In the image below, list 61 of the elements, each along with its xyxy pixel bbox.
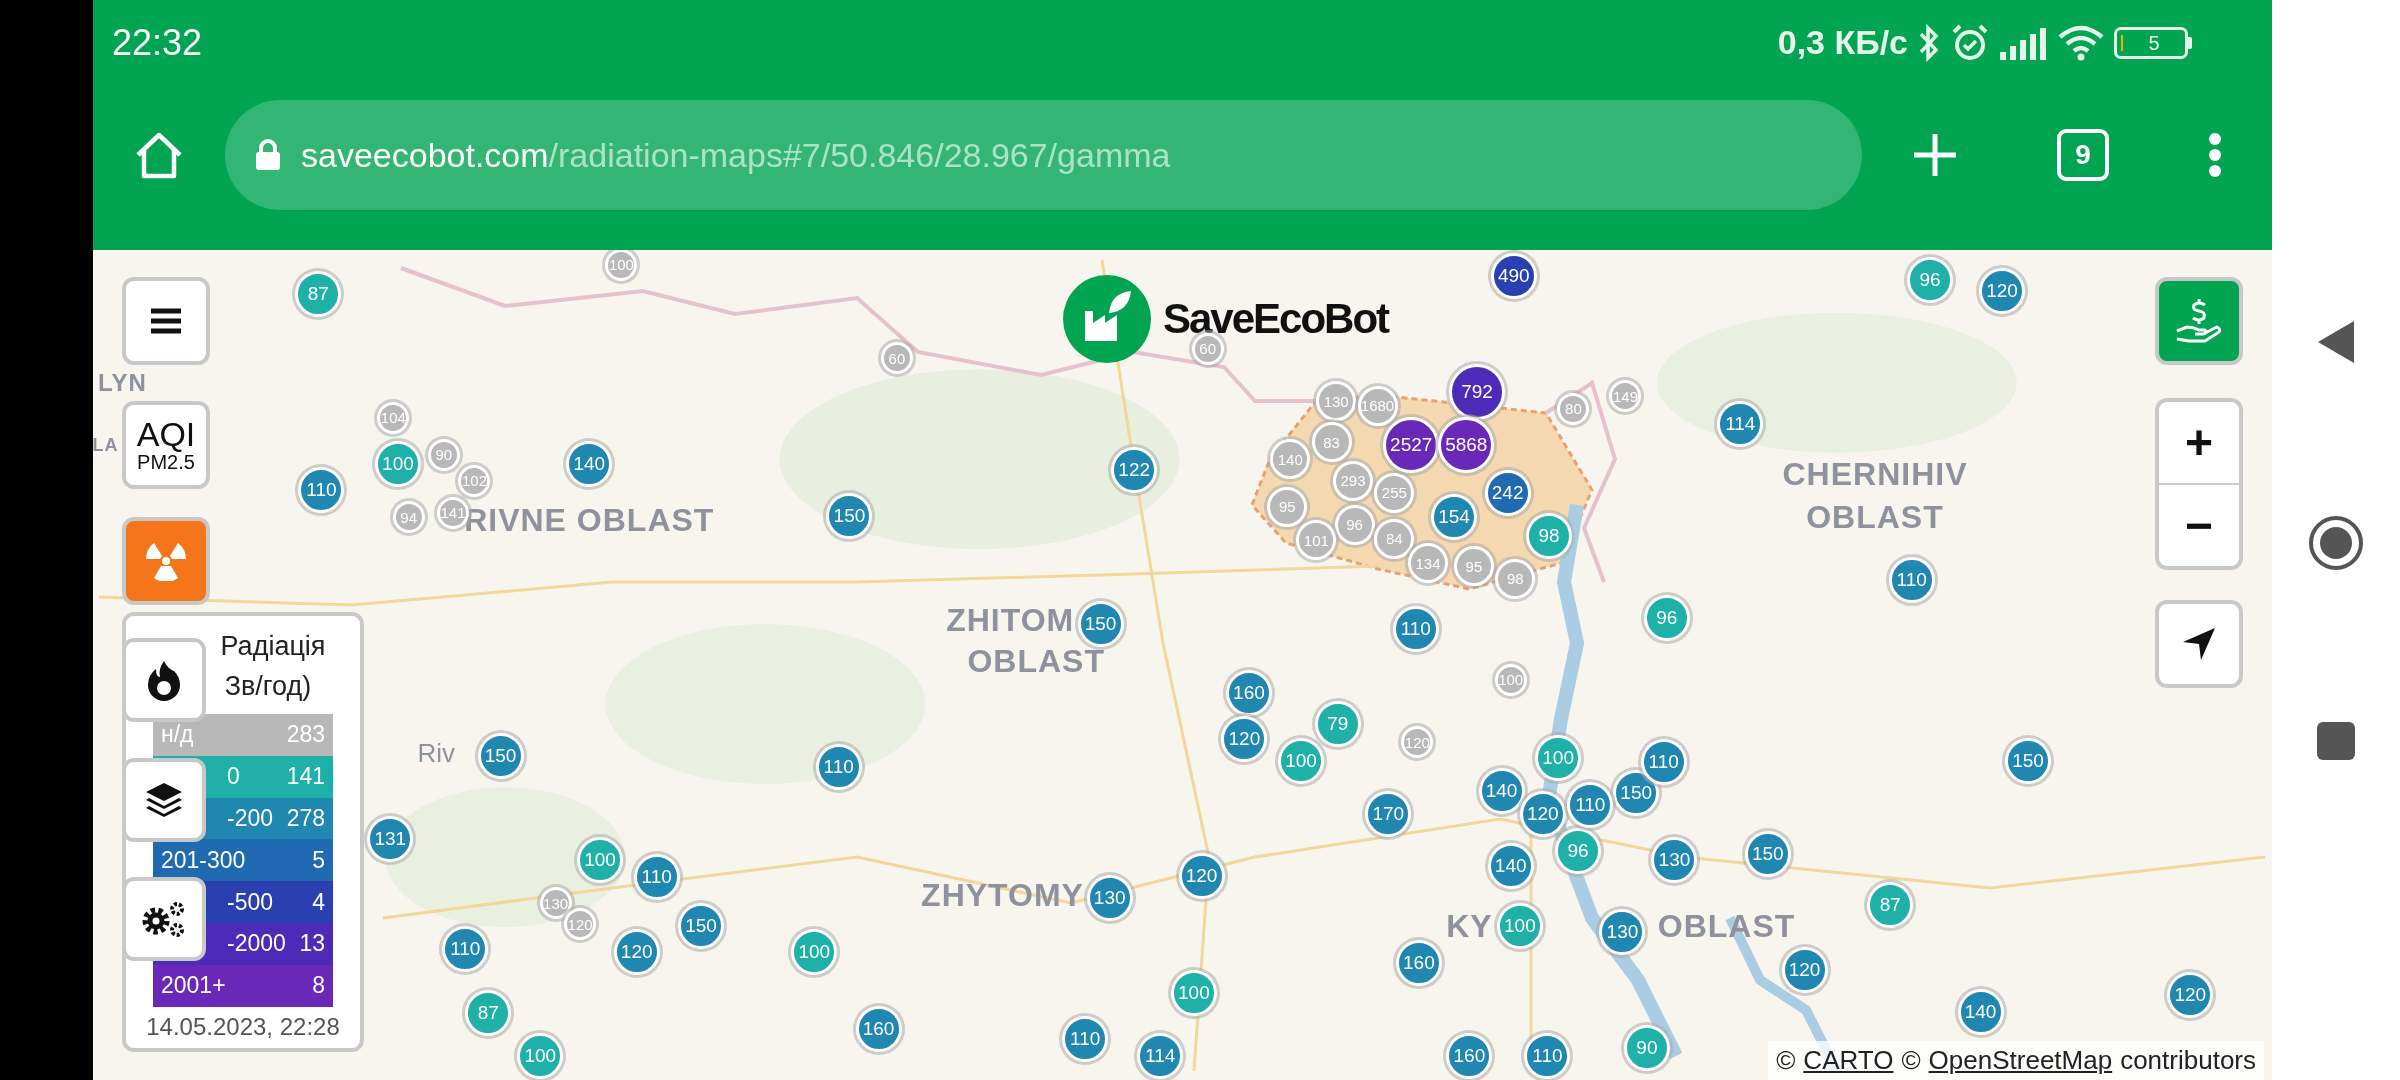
legend-count: 13 bbox=[299, 930, 325, 958]
hand-dollar-icon bbox=[2175, 297, 2223, 345]
legend-range: -200 bbox=[227, 805, 274, 832]
legend-unit: Зв/год) bbox=[223, 670, 312, 703]
factory-leaf-logo-icon bbox=[1063, 275, 1151, 363]
place-label: OBLAST bbox=[1806, 498, 1944, 536]
place-label: LA bbox=[93, 434, 119, 456]
menu-button[interactable] bbox=[122, 277, 210, 365]
attribution-text: contributors bbox=[2120, 1045, 2256, 1076]
attribution-link[interactable]: OpenStreetMap bbox=[1928, 1045, 2113, 1076]
attribution-text: © bbox=[1901, 1045, 1921, 1076]
navigation-arrow-icon bbox=[2181, 626, 2217, 662]
place-label: ZHITOM bbox=[946, 601, 1075, 639]
aqi-button[interactable]: AQI PM2.5 bbox=[122, 401, 210, 489]
attribution-link[interactable]: CARTO bbox=[1803, 1045, 1894, 1076]
status-time: 22:32 bbox=[112, 21, 203, 64]
radiation-icon bbox=[144, 541, 188, 581]
place-label: LYN bbox=[98, 368, 147, 397]
legend-range: 201-300 bbox=[161, 846, 246, 874]
locate-button[interactable] bbox=[2155, 600, 2243, 688]
settings-icon bbox=[141, 899, 187, 939]
home-circle-icon[interactable] bbox=[2308, 515, 2364, 571]
alarm-clock-icon bbox=[1950, 22, 1990, 63]
legend-count: 4 bbox=[312, 888, 325, 916]
back-triangle-icon[interactable] bbox=[2316, 319, 2356, 365]
legend-range: -500 bbox=[227, 888, 274, 916]
place-label: CHERNIHIV bbox=[1782, 456, 1968, 493]
legend-range: 0 bbox=[227, 763, 240, 791]
bluetooth-icon bbox=[1918, 23, 1940, 62]
legend-range: н/д bbox=[161, 721, 194, 749]
attribution-text: © bbox=[1776, 1045, 1796, 1076]
legend-count: 141 bbox=[286, 763, 325, 791]
legend-title: Радіація bbox=[219, 630, 326, 663]
wifi-icon bbox=[2058, 24, 2104, 61]
legend-timestamp: 14.05.2023, 22:28 bbox=[146, 1012, 340, 1041]
battery-indicator: 5 bbox=[2114, 26, 2192, 59]
address-bar[interactable]: saveecobot.com/radiation-maps#7/50.846/28.967/gamma bbox=[225, 100, 1862, 211]
plus-icon[interactable] bbox=[1911, 132, 1958, 179]
legend-count: 5 bbox=[312, 846, 325, 874]
radiation-button[interactable] bbox=[122, 517, 210, 605]
lock-icon bbox=[255, 139, 281, 172]
legend-count: 8 bbox=[312, 972, 325, 1000]
legend-range: -2000 bbox=[227, 930, 286, 958]
flame-icon bbox=[146, 659, 182, 701]
zoom-out-button[interactable]: − bbox=[2159, 483, 2239, 566]
network-speed: 0,3 КБ/с bbox=[1777, 23, 1908, 63]
signal-icon bbox=[2000, 25, 2048, 60]
menu-icon bbox=[149, 307, 183, 335]
legend-range: 2001+ bbox=[161, 972, 226, 1000]
legend-count: 278 bbox=[286, 805, 325, 832]
home-icon[interactable] bbox=[134, 131, 184, 180]
layers-icon bbox=[144, 781, 184, 819]
place-label: Riv bbox=[417, 737, 455, 769]
place-label: KY bbox=[1446, 907, 1493, 945]
recents-square-icon[interactable] bbox=[2316, 721, 2356, 761]
zoom-in-button[interactable]: + bbox=[2159, 402, 2239, 483]
url-text: saveecobot.com/radiation-maps#7/50.846/28.967/gamma bbox=[301, 135, 1171, 175]
donate-button[interactable] bbox=[2155, 277, 2243, 365]
legend-count: 283 bbox=[286, 721, 325, 749]
tab-count-button[interactable]: 9 bbox=[2057, 129, 2109, 182]
more-menu-icon[interactable] bbox=[2208, 132, 2223, 179]
